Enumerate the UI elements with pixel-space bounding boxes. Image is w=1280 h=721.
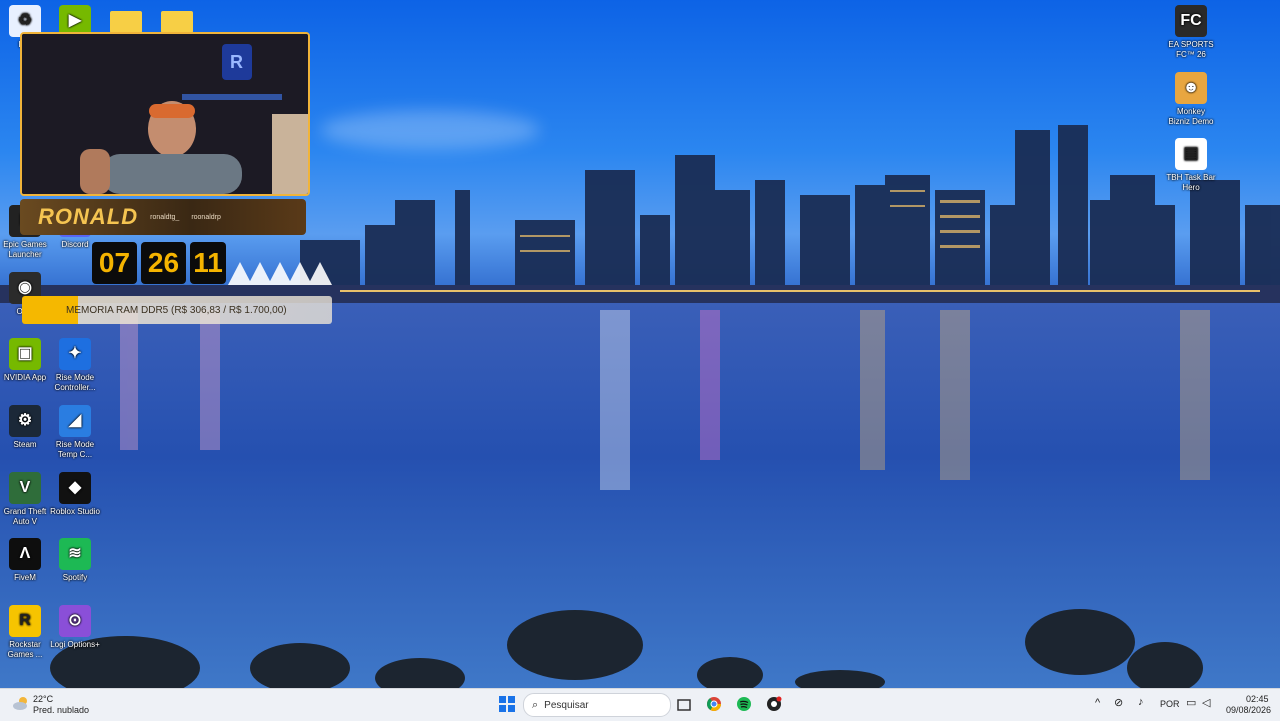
search-icon: ⌕ <box>532 698 539 711</box>
nvidia-icon: ▣ <box>9 338 41 370</box>
desktop-icon-spotify[interactable]: ≋ Spotify <box>50 538 100 583</box>
timer-seconds: 11 <box>190 242 226 284</box>
spotify-taskbar-icon[interactable] <box>734 694 754 714</box>
desktop-icon-label: Roblox Studio <box>50 507 100 516</box>
cloud <box>320 110 540 150</box>
risemodetemp-icon: ◢ <box>59 405 91 437</box>
ticker-text: MEMORIA RAM DDR5 (R$ 306,83 / R$ 1.700,0… <box>66 304 287 316</box>
desktop-icon-nvidia[interactable]: ▣ NVIDIA App <box>0 338 50 383</box>
desktop-icon-steam[interactable]: ⚙ Steam <box>0 405 50 450</box>
desktop-icon-label: EA SPORTS FC™ 26 <box>1168 40 1214 59</box>
svg-text:R: R <box>230 52 243 72</box>
desktop-icon-label: Rise Mode Temp C... <box>55 440 95 459</box>
folder1-icon <box>110 11 142 33</box>
desktop-icon-risemodetemp[interactable]: ◢ Rise Mode Temp C... <box>50 405 100 460</box>
volume-icon[interactable]: ◁ <box>1202 696 1210 709</box>
timer-minutes: 26 <box>141 242 186 284</box>
desktop-icon-label: Rise Mode Controller... <box>54 373 96 392</box>
desktop-icon-fivem[interactable]: Λ FiveM <box>0 538 50 583</box>
chrome-icon[interactable] <box>704 694 724 714</box>
handle-1: ronaldtg_ <box>150 213 180 221</box>
desktop-icon-label: Epic Games Launcher <box>3 240 47 259</box>
weather-temp[interactable]: 22°C <box>33 694 53 704</box>
clock-time[interactable]: 02:45 <box>1246 694 1269 704</box>
desktop-icon-label: NVIDIA App <box>3 373 47 382</box>
language-indicator[interactable]: POR <box>1160 699 1180 709</box>
handle-2: roonaldrp <box>191 213 221 221</box>
weather-desc[interactable]: Pred. nublado <box>33 705 89 715</box>
gta-icon: V <box>9 472 41 504</box>
roblox-icon: ◆ <box>59 472 91 504</box>
display-icon[interactable]: ▭ <box>1186 696 1196 709</box>
eafc-icon: FC <box>1175 5 1207 37</box>
network-icon[interactable]: ⊘ <box>1114 696 1123 709</box>
webcam-overlay: R <box>20 32 310 196</box>
streamer-name: RONALD <box>38 204 139 229</box>
desktop-icon-roblox[interactable]: ◆ Roblox Studio <box>50 472 100 517</box>
fivem-icon: Λ <box>9 538 41 570</box>
risemode-icon: ✦ <box>59 338 91 370</box>
tbh-icon: ▤ <box>1175 138 1207 170</box>
rockstar-icon: R <box>9 605 41 637</box>
desktop-icon-eafc[interactable]: FC EA SPORTS FC™ 26 <box>1166 5 1216 60</box>
desktop-icon-label: Monkey Bizniz Demo <box>1168 107 1214 126</box>
desktop-icon-gta[interactable]: V Grand Theft Auto V <box>0 472 50 527</box>
windows-start-icon[interactable] <box>497 694 517 714</box>
desktop-icon-label: Logi Options+ <box>50 640 100 649</box>
logi-icon: ⊙ <box>59 605 91 637</box>
monkey-icon: ☻ <box>1175 72 1207 104</box>
desktop-icon-label: Steam <box>13 440 37 449</box>
donation-goal-ticker: MEMORIA RAM DDR5 (R$ 306,83 / R$ 1.700,0… <box>22 296 332 324</box>
desktop-icon-label: FiveM <box>14 573 36 582</box>
desktop-icon-label: Rockstar Games ... <box>7 640 43 659</box>
task-view-icon[interactable] <box>674 694 694 714</box>
timer-hours: 07 <box>92 242 137 284</box>
steam-icon: ⚙ <box>9 405 41 437</box>
desktop-icon-monkey[interactable]: ☻ Monkey Bizniz Demo <box>1166 72 1216 127</box>
desktop-icon-rockstar[interactable]: R Rockstar Games ... <box>0 605 50 660</box>
desktop-icon-label: Grand Theft Auto V <box>3 507 47 526</box>
taskbar-search[interactable]: ⌕ Pesquisar <box>523 693 671 717</box>
weather-icon[interactable] <box>12 695 30 711</box>
desktop-icon-logi[interactable]: ⊙ Logi Options+ <box>50 605 100 650</box>
search-placeholder: Pesquisar <box>544 699 589 711</box>
streamer-figure: R <box>22 34 308 194</box>
spotify-icon: ≋ <box>59 538 91 570</box>
desktop-icon-risemode[interactable]: ✦ Rise Mode Controller... <box>50 338 100 393</box>
desktop-icon-label: Spotify <box>62 573 88 582</box>
chevron-up-icon[interactable]: ^ <box>1095 697 1100 709</box>
folder2-icon <box>161 11 193 33</box>
microphone-icon[interactable]: ♪ <box>1138 696 1144 708</box>
streamer-namebar: RONALD ronaldtg_ roonaldrp <box>20 199 306 235</box>
desktop-icon-label: TBH Task Bar Hero <box>1166 173 1216 192</box>
obs-taskbar-icon[interactable] <box>764 694 784 714</box>
clock-date[interactable]: 09/08/2026 <box>1226 705 1271 715</box>
desktop-icon-tbh[interactable]: ▤ TBH Task Bar Hero <box>1166 138 1216 193</box>
